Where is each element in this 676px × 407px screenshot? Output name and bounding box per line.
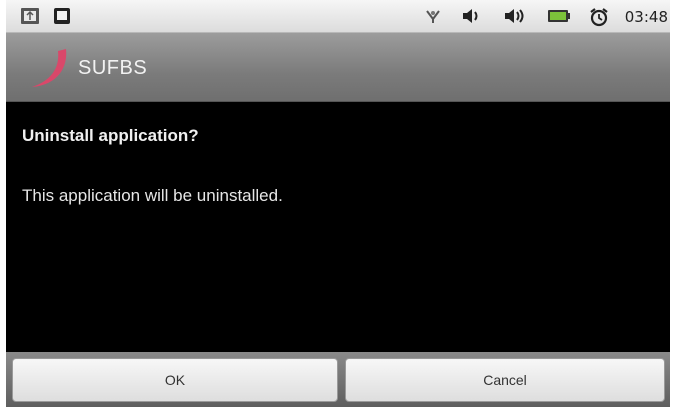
dialog-button-bar: OK Cancel: [6, 352, 670, 407]
usb-icon: [21, 8, 39, 24]
device-screen: 03:48 SUFBS Uninstall application? This …: [0, 0, 676, 407]
dialog-title: Uninstall application?: [22, 126, 199, 145]
app-title: SUFBS: [78, 57, 148, 79]
cancel-button[interactable]: Cancel: [345, 358, 665, 402]
battery-icon: [548, 10, 570, 22]
alarm-clock-icon: [590, 8, 608, 27]
app-title-bar: SUFBS: [6, 33, 670, 102]
ok-button[interactable]: OK: [12, 358, 338, 402]
dialog-body: Uninstall application? This application …: [6, 102, 670, 352]
volume-icon: [505, 9, 524, 23]
signal-icon: [426, 10, 440, 23]
sd-card-icon: [54, 8, 70, 24]
status-time: 03:48: [624, 8, 668, 26]
dialog-message: This application will be uninstalled.: [22, 186, 283, 205]
volume-icon: [463, 9, 478, 23]
status-bar: 03:48: [6, 0, 670, 33]
swoosh-logo-icon: [32, 49, 67, 87]
